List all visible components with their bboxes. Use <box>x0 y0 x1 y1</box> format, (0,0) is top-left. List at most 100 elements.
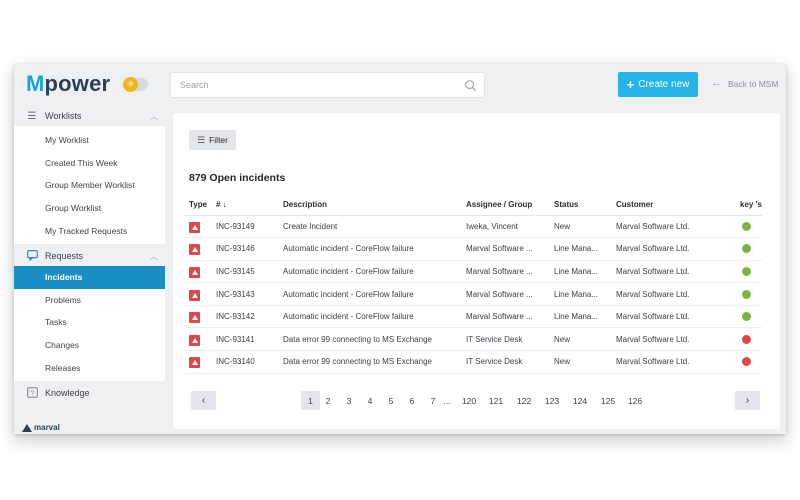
sidebar-item-created-this-week[interactable]: Created This Week <box>14 152 165 175</box>
description-cell: Create Incident <box>279 215 462 239</box>
incidents-table: Type # ↓ Description Assignee / Group St… <box>185 194 762 374</box>
page-123-button[interactable]: 123 <box>541 391 563 410</box>
customer-cell: Marval Software Ltd. <box>612 260 736 284</box>
prev-page-button[interactable]: ‹ <box>191 391 216 410</box>
page-120-button[interactable]: 120 <box>458 391 480 410</box>
filter-label: Filter <box>209 135 228 145</box>
assignee-cell: IT Service Desk <box>462 327 550 352</box>
table-row[interactable]: INC-93146 Automatic incident - CoreFlow f… <box>185 237 762 261</box>
customer-cell: Marval Software Ltd. <box>612 282 736 306</box>
page-121-button[interactable]: 121 <box>485 391 507 410</box>
sidebar-section-knowledge[interactable]: ? Knowledge <box>14 383 165 403</box>
table-row[interactable]: INC-93140 Data error 99 connecting to MS … <box>185 350 762 374</box>
sidebar: ☰ Worklists ︿ My Worklist Created This W… <box>14 106 165 434</box>
customer-cell: Marval Software Ltd. <box>612 237 736 261</box>
back-to-msm-link[interactable]: ← Back to MSM <box>711 78 779 89</box>
kpi-status-dot <box>742 266 751 276</box>
chevron-up-icon[interactable]: ︿ <box>150 251 158 262</box>
back-to-msm-label: Back to MSM <box>728 78 779 89</box>
description-cell: Automatic incident - CoreFlow failure <box>279 237 462 261</box>
type-cell <box>185 282 212 306</box>
incident-id-cell[interactable]: INC-93149 <box>212 215 279 239</box>
page-122-button[interactable]: 122 <box>513 391 535 410</box>
next-page-button[interactable]: › <box>735 391 760 410</box>
page-6-button[interactable]: 6 <box>406 391 418 410</box>
incident-id-cell[interactable]: INC-93140 <box>212 350 279 374</box>
column-header-assignee[interactable]: Assignee / Group <box>462 194 550 216</box>
column-header-number[interactable]: # ↓ <box>212 194 279 216</box>
table-row[interactable]: INC-93141 Data error 99 connecting to MS … <box>185 327 762 352</box>
incident-id-cell[interactable]: INC-93143 <box>212 282 279 306</box>
column-header-type[interactable]: Type <box>185 194 212 216</box>
assignee-cell: Marval Software ... <box>462 260 550 284</box>
sidebar-item-incidents[interactable]: Incidents <box>14 265 165 289</box>
table-header-row: Type # ↓ Description Assignee / Group St… <box>185 194 762 216</box>
type-cell <box>185 305 212 329</box>
sidebar-item-changes[interactable]: Changes <box>14 334 165 357</box>
description-cell: Automatic incident - CoreFlow failure <box>279 305 462 329</box>
table-row[interactable]: INC-93142 Automatic incident - CoreFlow f… <box>185 305 762 329</box>
list-icon: ☰ <box>27 110 37 122</box>
filter-button[interactable]: ☰ Filter <box>189 130 236 150</box>
column-header-customer[interactable]: Customer <box>612 194 736 216</box>
kpi-status-dot <box>742 312 751 322</box>
sidebar-item-tasks[interactable]: Tasks <box>14 311 165 334</box>
sidebar-item-releases[interactable]: Releases <box>14 356 165 379</box>
incident-id-cell[interactable]: INC-93146 <box>212 237 279 261</box>
sidebar-section-requests[interactable]: Requests ︿ <box>14 246 165 266</box>
description-cell: Data error 99 connecting to MS Exchange <box>279 327 462 352</box>
page-1-button[interactable]: 1 <box>301 391 320 410</box>
table-row[interactable]: INC-93143 Automatic incident - CoreFlow f… <box>185 282 762 306</box>
page-7-button[interactable]: 7 <box>427 391 439 410</box>
incident-type-icon <box>189 289 200 301</box>
page-3-button[interactable]: 3 <box>343 391 355 410</box>
create-new-label: Create new <box>638 79 690 90</box>
main-panel: ☰ Filter 879 Open incidents Type # ↓ Des… <box>173 113 780 429</box>
customer-cell: Marval Software Ltd. <box>612 305 736 329</box>
page-5-button[interactable]: 5 <box>385 391 397 410</box>
column-header-description[interactable]: Description <box>279 194 462 216</box>
column-header-status[interactable]: Status <box>550 194 612 216</box>
sidebar-section-worklists[interactable]: ☰ Worklists ︿ <box>14 106 165 126</box>
column-header-kpi[interactable]: key 's... <box>736 194 762 216</box>
incident-id-cell[interactable]: INC-93145 <box>212 260 279 284</box>
kpi-status-dot <box>742 244 751 254</box>
page-126-button[interactable]: 126 <box>624 391 646 410</box>
theme-toggle[interactable]: ☀ <box>123 77 148 92</box>
sidebar-item-group-worklist[interactable]: Group Worklist <box>14 197 165 220</box>
page-4-button[interactable]: 4 <box>364 391 376 410</box>
worklists-list: My Worklist Created This Week Group Memb… <box>14 126 165 244</box>
customer-cell: Marval Software Ltd. <box>612 215 736 239</box>
sun-icon: ☀ <box>123 77 138 92</box>
page-124-button[interactable]: 124 <box>569 391 591 410</box>
incident-type-icon <box>189 334 200 346</box>
chevron-right-icon: › <box>745 395 750 406</box>
sidebar-item-problems[interactable]: Problems <box>14 289 165 312</box>
sidebar-item-my-worklist[interactable]: My Worklist <box>14 129 165 152</box>
pagination: ‹ › 1 2 3 4 5 6 7... 120 121 122 123 124 125 126 <box>191 391 762 411</box>
create-new-button[interactable]: + Create new <box>618 72 698 97</box>
sidebar-item-my-tracked-requests[interactable]: My Tracked Requests <box>14 219 165 242</box>
type-cell <box>185 327 212 352</box>
page-2-button[interactable]: 2 <box>322 391 334 410</box>
type-cell <box>185 350 212 374</box>
page-ellipsis: ... <box>443 395 451 406</box>
kpi-cell <box>736 215 762 239</box>
mpower-logo[interactable]: Mpower <box>26 71 110 97</box>
table-row[interactable]: INC-93149 Create Incident Iweka, Vincent Ne… <box>185 215 762 239</box>
search-icon[interactable] <box>464 79 477 92</box>
sidebar-item-group-member-worklist[interactable]: Group Member Worklist <box>14 174 165 197</box>
kpi-cell <box>736 327 762 352</box>
status-cell: New <box>550 350 612 374</box>
status-cell: Line Mana... <box>550 282 612 306</box>
chevron-up-icon[interactable]: ︿ <box>150 111 158 122</box>
table-row[interactable]: INC-93145 Automatic incident - CoreFlow f… <box>185 260 762 284</box>
page-125-button[interactable]: 125 <box>597 391 619 410</box>
assignee-cell: IT Service Desk <box>462 350 550 374</box>
incident-id-cell[interactable]: INC-93142 <box>212 305 279 329</box>
assignee-cell: Iweka, Vincent <box>462 215 550 239</box>
knowledge-label: Knowledge <box>45 387 90 398</box>
search-box[interactable] <box>170 72 485 98</box>
incident-id-cell[interactable]: INC-93141 <box>212 327 279 352</box>
search-input[interactable] <box>171 73 451 97</box>
